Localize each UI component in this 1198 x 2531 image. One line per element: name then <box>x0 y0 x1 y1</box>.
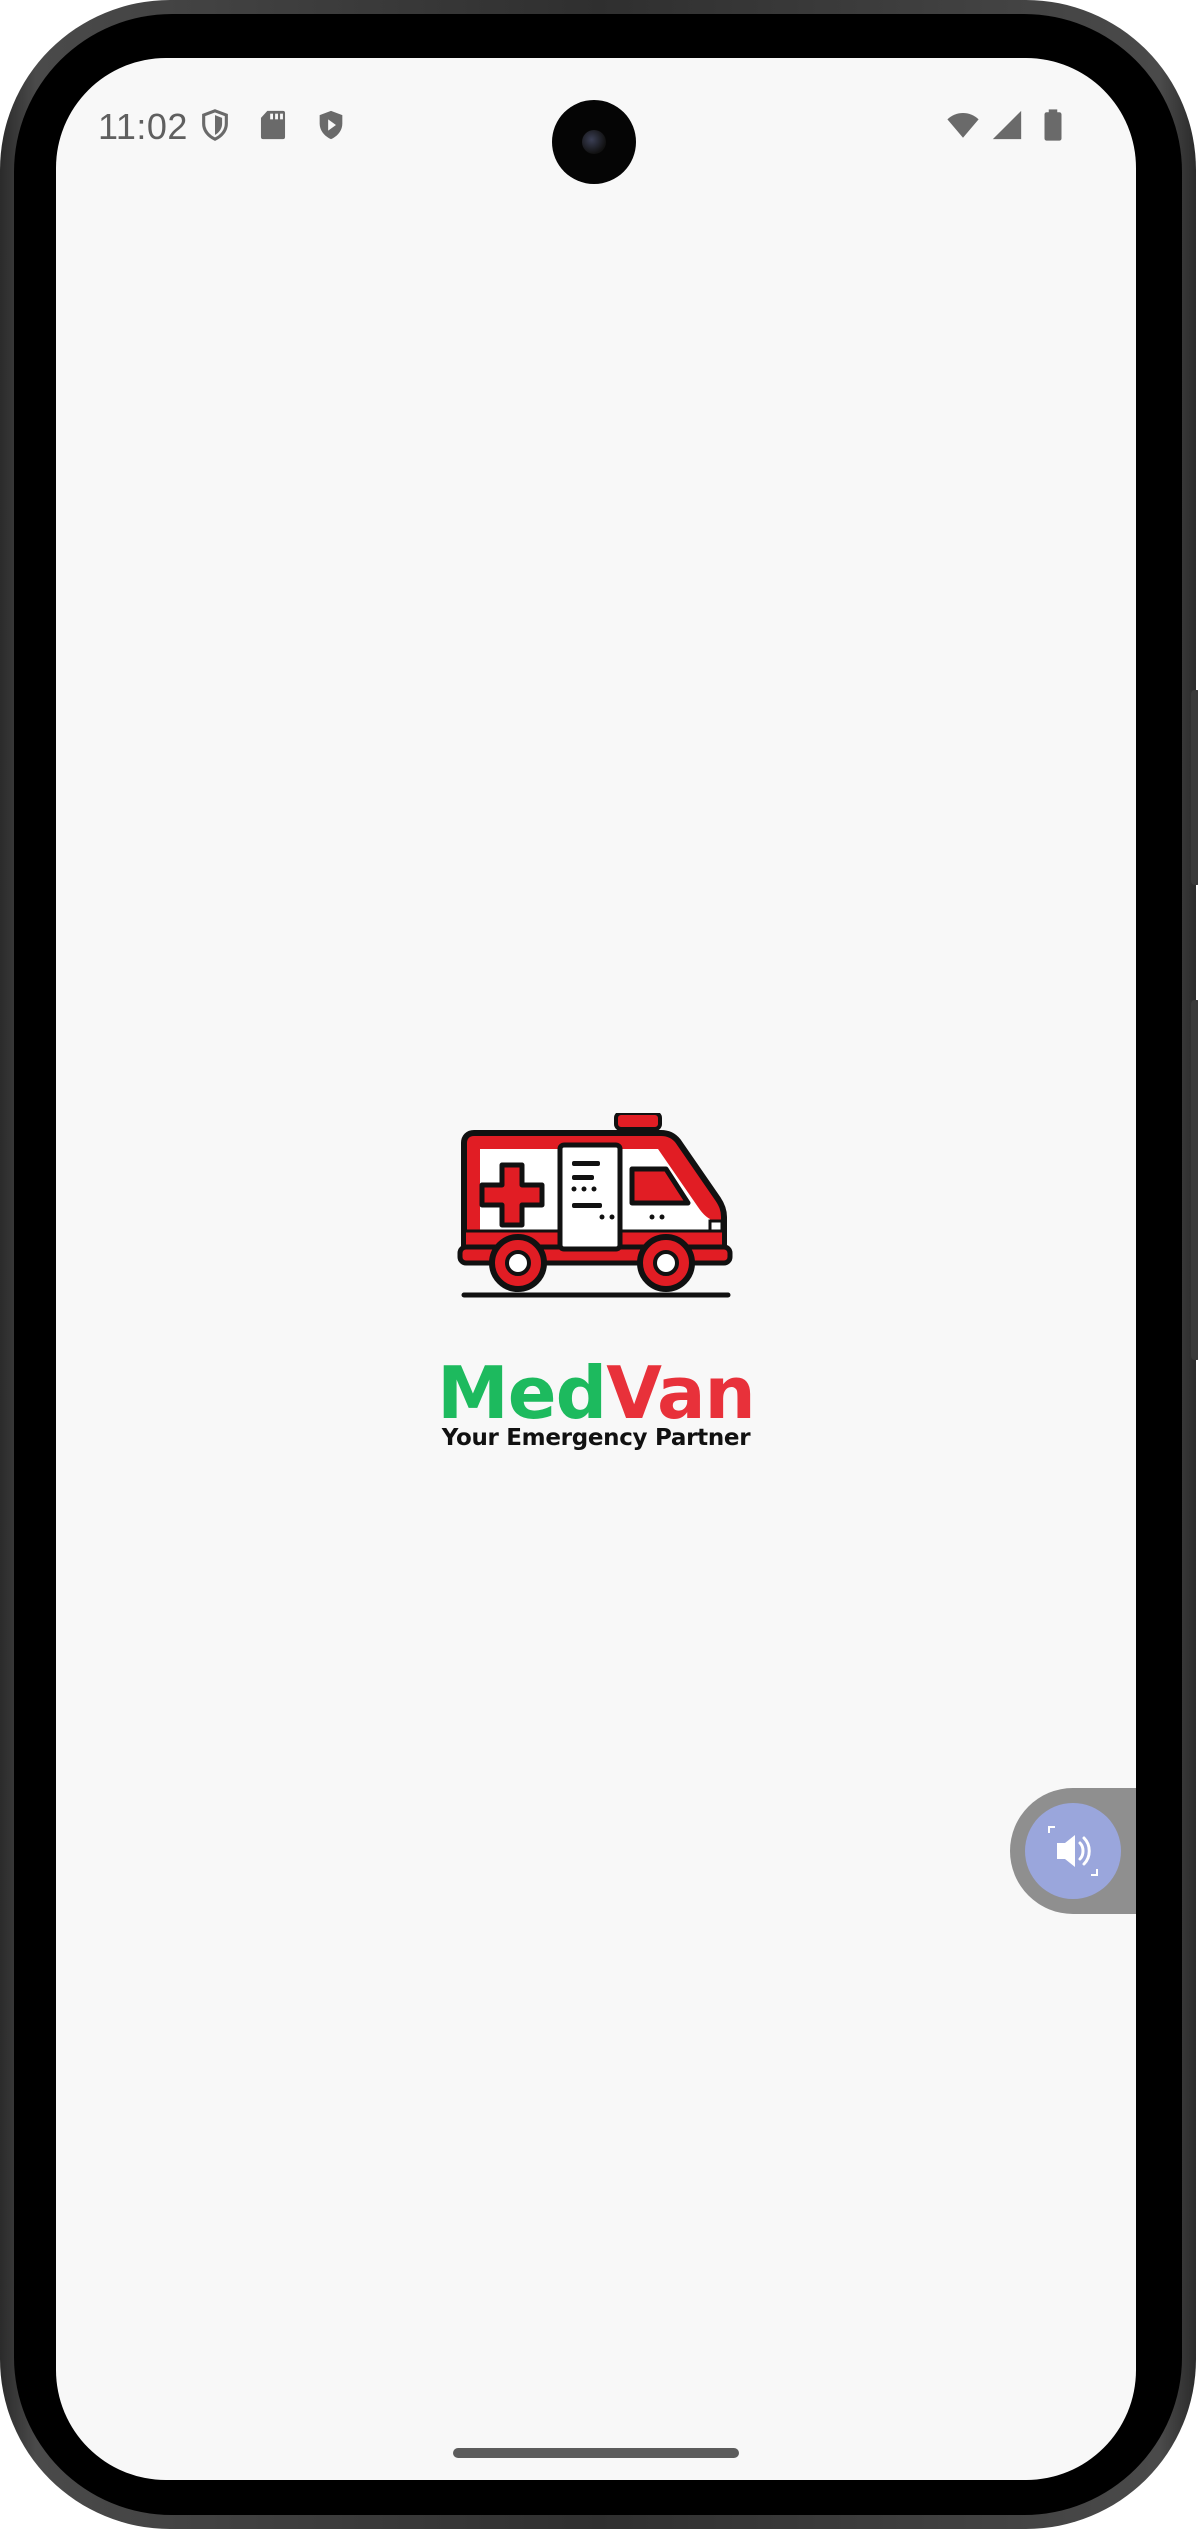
battery-icon <box>1044 109 1062 141</box>
volume-rocker <box>1191 1000 1198 1360</box>
front-camera <box>552 100 636 184</box>
brand-name-part1: Med <box>437 1351 607 1435</box>
brand-name-part2: Van <box>606 1351 756 1435</box>
vpn-shield-icon <box>202 109 228 141</box>
home-indicator[interactable] <box>453 2448 739 2458</box>
floating-volume-pill[interactable] <box>1010 1788 1136 1914</box>
volume-icon <box>1048 1826 1098 1876</box>
brand-name: MedVan <box>416 1353 776 1433</box>
wifi-icon <box>947 112 979 138</box>
app-logo: MedVan Your Emergency Partner <box>416 1113 776 1463</box>
brand-tagline: Your Emergency Partner <box>441 1425 751 1451</box>
power-button <box>1191 690 1198 885</box>
sd-card-icon <box>260 110 286 140</box>
play-protect-icon <box>319 110 343 140</box>
phone-device: 11:02 MedVan Your Emergency Partner <box>0 0 1198 2531</box>
ambulance-icon <box>457 1113 733 1298</box>
screen: 11:02 MedVan Your Emergency Partner <box>56 58 1136 2480</box>
cell-signal-icon <box>992 110 1022 140</box>
floating-volume-button[interactable] <box>1025 1803 1121 1899</box>
status-time: 11:02 <box>98 106 188 147</box>
